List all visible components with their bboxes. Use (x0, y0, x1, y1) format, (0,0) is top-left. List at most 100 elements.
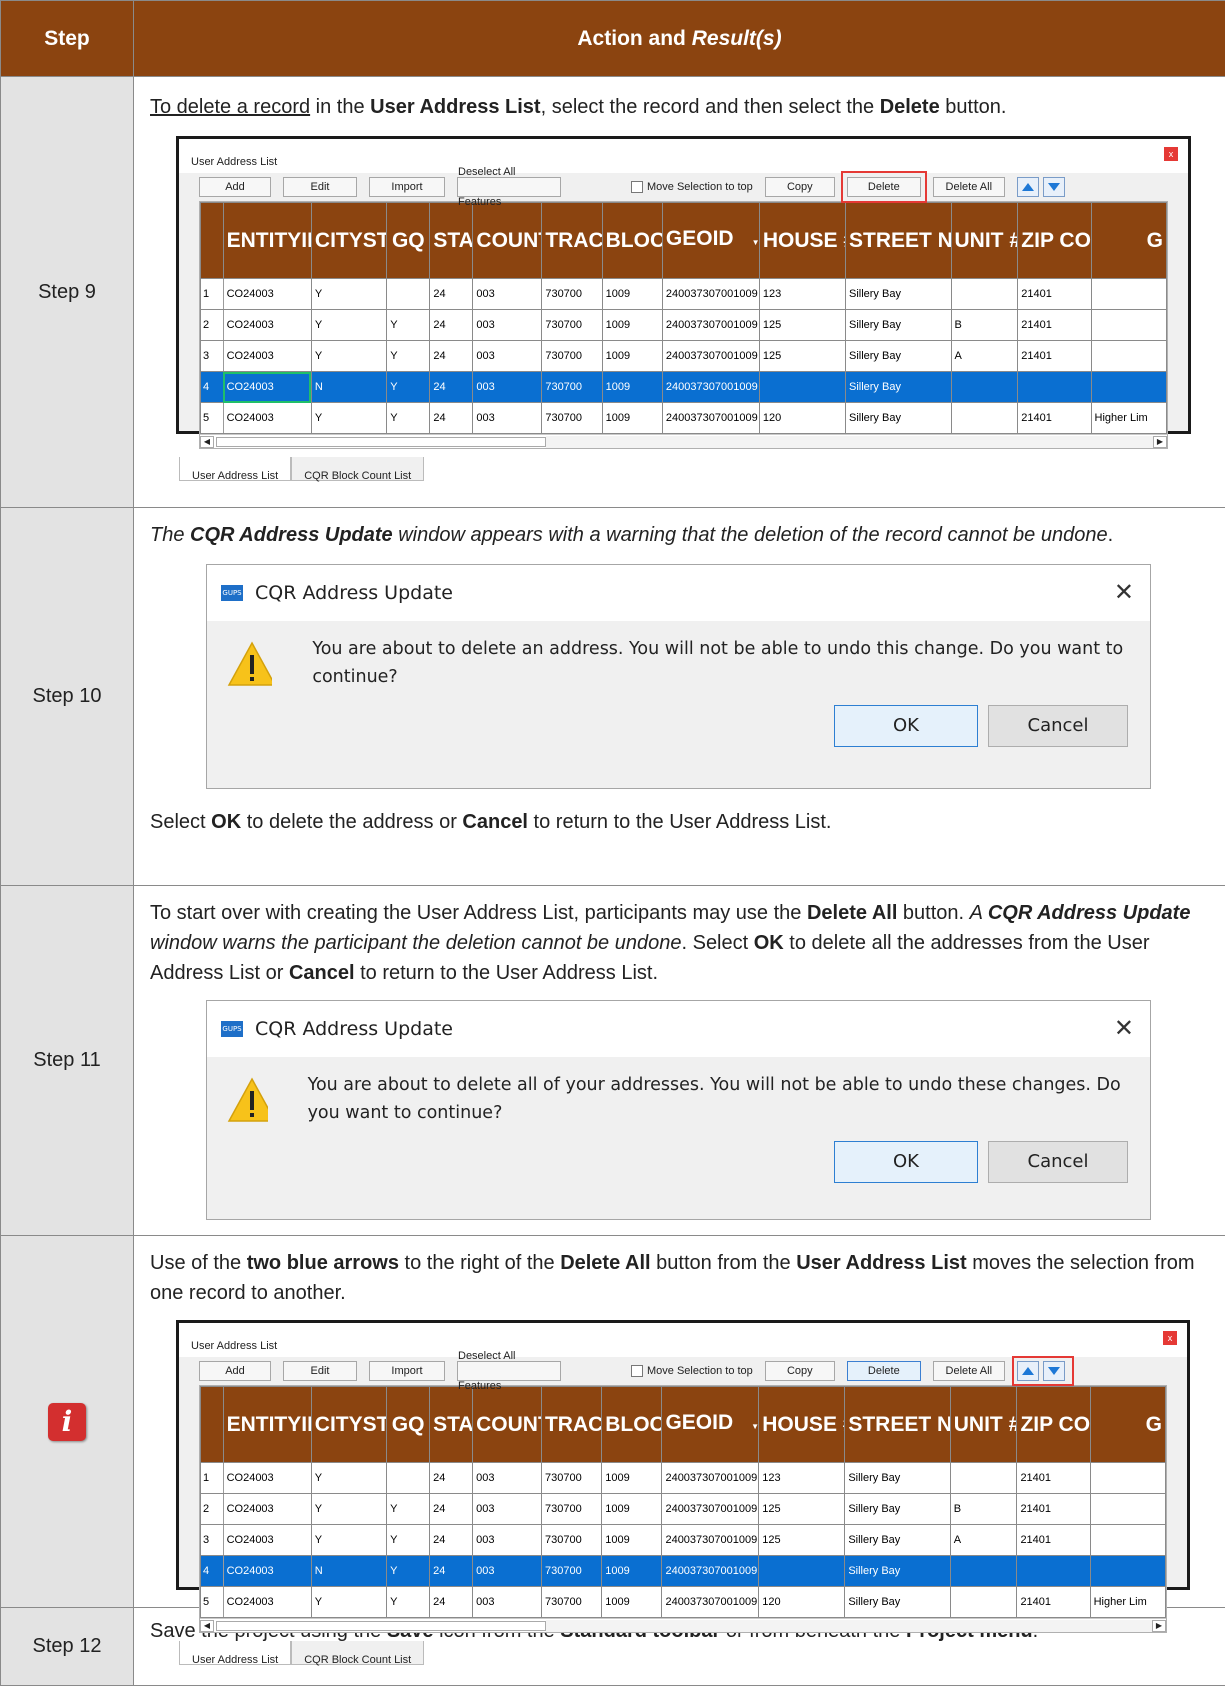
row-number[interactable]: 5 (200, 1586, 224, 1618)
table-cell[interactable]: Y (310, 1524, 388, 1556)
copy-button[interactable]: Copy (764, 1361, 835, 1381)
import-button[interactable]: Import (369, 177, 445, 197)
scroll-right-icon[interactable]: ▶ (1152, 1619, 1166, 1632)
table-cell[interactable]: 24 (429, 1493, 474, 1525)
table-cell[interactable]: 730700 (541, 340, 603, 372)
table-cell[interactable]: 730700 (540, 1524, 603, 1556)
row-number[interactable]: 2 (200, 1493, 224, 1525)
table-cell[interactable]: 240037307001009 (661, 1586, 760, 1618)
dialog-close-icon[interactable]: ✕ (1114, 1013, 1134, 1043)
table-cell[interactable]: 21401 (1016, 1524, 1091, 1556)
table-cell[interactable]: 1009 (601, 1493, 663, 1525)
table-cell[interactable]: 24 (429, 402, 474, 434)
tab-user-address-list[interactable]: User Address List (179, 1641, 292, 1666)
table-cell[interactable]: 1009 (601, 278, 663, 310)
column-header[interactable]: CITYSTYLE (310, 1386, 388, 1463)
column-header[interactable]: ZIP CODE (1016, 1386, 1091, 1463)
table-cell[interactable]: 730700 (541, 309, 603, 341)
column-header[interactable]: ENTITYID (222, 202, 312, 279)
table-row[interactable]: 3 CO24003 Y Y 24 003 730700 1009 240037307001009… (200, 340, 1167, 372)
table-cell[interactable]: 24 (429, 371, 474, 403)
delete-all-button[interactable]: Delete All (932, 1361, 1005, 1381)
table-cell[interactable]: Sillery Bay (844, 278, 952, 310)
table-cell[interactable]: 1009 (601, 340, 663, 372)
table-cell[interactable]: 240037307001009 (661, 1493, 760, 1525)
table-cell[interactable]: 003 (472, 1555, 542, 1587)
table-cell[interactable] (1090, 278, 1167, 310)
column-header[interactable]: UNIT # (950, 202, 1019, 279)
table-cell[interactable] (758, 371, 846, 403)
move-down-arrow-icon[interactable] (1042, 177, 1065, 197)
move-up-arrow-icon[interactable] (1016, 177, 1039, 197)
table-row[interactable]: 2 CO24003 Y Y 24 003 730700 1009 240037307001009… (200, 1493, 1167, 1525)
table-row[interactable]: 5 CO24003 Y Y 24 003 730700 1009 240037307001009… (200, 1586, 1167, 1618)
table-cell[interactable]: 240037307001009 (661, 1462, 760, 1494)
column-header[interactable]: CITYSTYLE (310, 202, 388, 279)
table-cell[interactable]: CO24003 (222, 309, 312, 341)
table-cell[interactable]: B (949, 1493, 1018, 1525)
table-cell[interactable] (386, 278, 431, 310)
table-cell[interactable]: Y (386, 309, 431, 341)
table-cell[interactable]: 240037307001009 (661, 340, 760, 372)
table-cell[interactable]: CO24003 (222, 340, 312, 372)
table-cell[interactable]: 003 (472, 371, 543, 403)
table-cell[interactable]: 125 (758, 309, 846, 341)
table-cell[interactable]: Sillery Bay (844, 371, 952, 403)
delete-all-button[interactable]: Delete All (932, 177, 1005, 197)
table-cell[interactable]: Sillery Bay (844, 1524, 951, 1556)
table-cell[interactable]: Y (386, 1555, 431, 1587)
table-cell[interactable] (1090, 309, 1167, 341)
table-cell[interactable] (1090, 340, 1167, 372)
move-down-arrow-icon[interactable] (1042, 1361, 1065, 1381)
table-cell[interactable] (1089, 1462, 1167, 1494)
table-cell[interactable]: B (950, 309, 1019, 341)
column-header[interactable]: G (1089, 1386, 1167, 1463)
column-header[interactable]: HOUSE # (758, 1386, 846, 1463)
move-up-arrow-icon[interactable] (1016, 1361, 1039, 1381)
table-cell[interactable]: 24 (429, 1524, 474, 1556)
table-row[interactable]: 2 CO24003 Y Y 24 003 730700 1009 240037307001009… (200, 309, 1167, 341)
column-header[interactable]: GEOID ▼ (661, 202, 760, 279)
table-cell[interactable]: 003 (472, 1524, 542, 1556)
table-cell[interactable]: 21401 (1017, 309, 1092, 341)
table-cell[interactable]: 120 (758, 1586, 846, 1618)
row-number[interactable]: 5 (200, 402, 224, 434)
ok-button[interactable]: OK (834, 705, 978, 747)
dialog-close-icon[interactable]: ✕ (1114, 577, 1134, 607)
table-cell[interactable]: CO24003 (222, 371, 312, 403)
table-cell[interactable]: 1009 (601, 1462, 663, 1494)
table-cell[interactable]: 730700 (541, 278, 603, 310)
table-cell[interactable]: Y (310, 402, 388, 434)
table-cell[interactable]: Y (386, 402, 431, 434)
tab-cqr-block-count-list[interactable]: CQR Block Count List (291, 457, 425, 482)
table-cell[interactable]: Y (310, 340, 388, 372)
table-cell[interactable]: 003 (472, 1586, 542, 1618)
column-header[interactable]: STREET NAME (844, 202, 952, 279)
table-cell[interactable]: 240037307001009 (661, 371, 760, 403)
table-cell[interactable]: Higher Lim (1089, 1586, 1167, 1618)
cancel-button[interactable]: Cancel (988, 705, 1128, 747)
tab-cqr-block-count-list[interactable]: CQR Block Count List (291, 1641, 425, 1666)
table-cell[interactable]: A (950, 340, 1019, 372)
table-cell[interactable]: A (949, 1524, 1018, 1556)
table-cell[interactable]: N (310, 371, 388, 403)
table-cell[interactable]: 24 (429, 340, 474, 372)
table-cell[interactable] (1089, 1555, 1167, 1587)
column-header[interactable]: HOUSE # (758, 202, 846, 279)
table-cell[interactable]: Y (386, 1493, 431, 1525)
table-cell[interactable]: 24 (429, 309, 474, 341)
table-cell[interactable]: Y (386, 340, 431, 372)
row-number[interactable]: 2 (200, 309, 224, 341)
table-cell[interactable]: 240037307001009 (661, 309, 760, 341)
table-cell[interactable]: 1009 (601, 1524, 663, 1556)
table-cell[interactable]: Sillery Bay (844, 340, 952, 372)
column-header[interactable]: UNIT # (949, 1386, 1018, 1463)
table-row[interactable]: 1 CO24003 Y 24 003 730700 1009 240037307001009 1… (200, 1462, 1167, 1494)
table-cell[interactable]: 1009 (601, 1586, 663, 1618)
table-cell[interactable]: Sillery Bay (844, 1462, 951, 1494)
row-number[interactable]: 4 (200, 371, 224, 403)
table-cell[interactable]: 125 (758, 340, 846, 372)
table-cell[interactable]: Y (310, 1493, 388, 1525)
table-cell[interactable] (950, 278, 1019, 310)
table-cell[interactable] (1089, 1524, 1167, 1556)
